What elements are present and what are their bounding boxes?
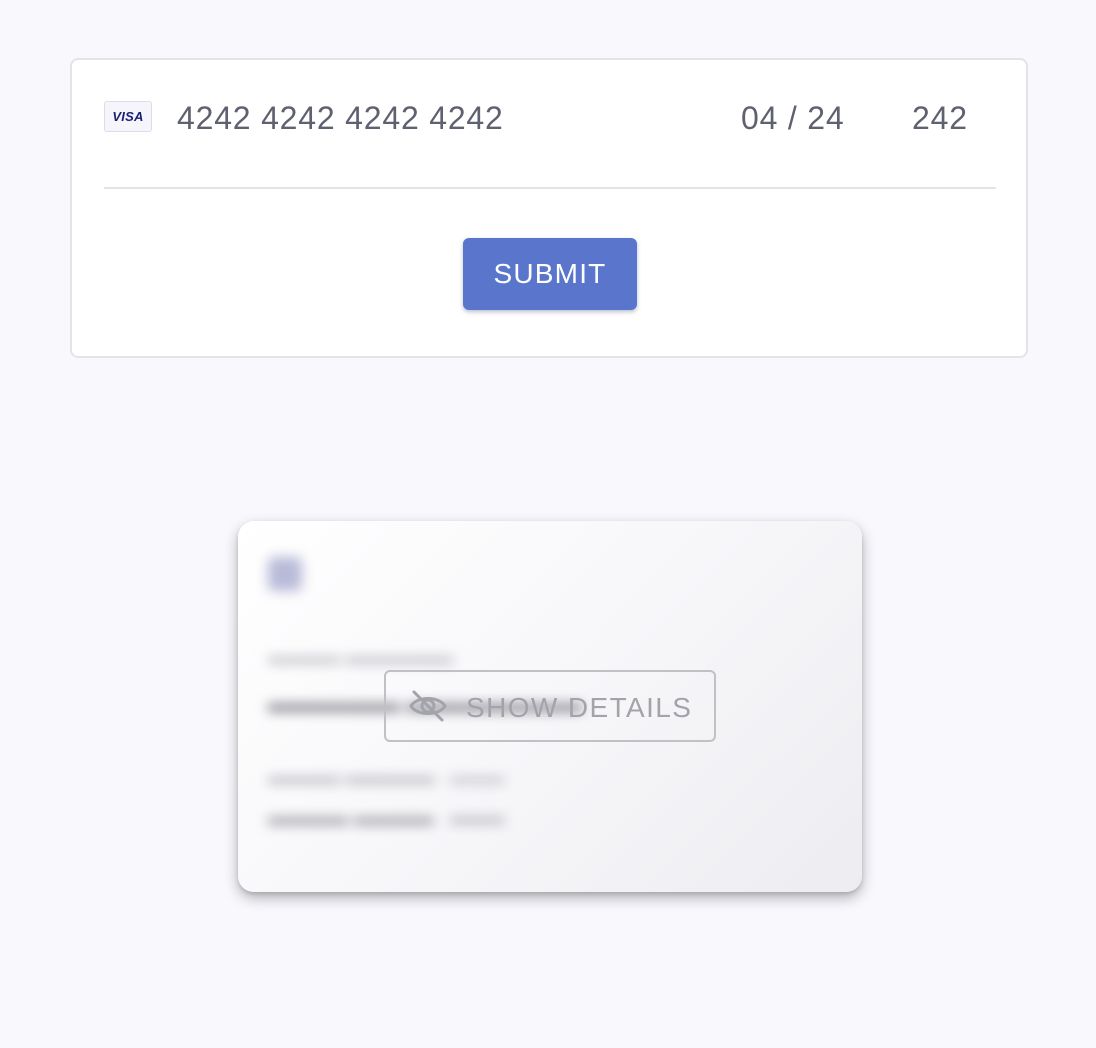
card-brand-label: VISA bbox=[112, 109, 144, 124]
card-input-underline bbox=[104, 187, 996, 189]
card-cvc-field[interactable]: 242 bbox=[912, 100, 968, 136]
visa-card-icon: VISA bbox=[104, 101, 152, 132]
blurred-card-number: ▬▬▬▬ ▬▬▬▬ bbox=[268, 807, 434, 829]
card-input-row[interactable]: VISA 4242 4242 4242 4242 04 / 24 242 bbox=[104, 100, 996, 140]
card-number-field[interactable]: 4242 4242 4242 4242 bbox=[177, 100, 504, 136]
blurred-label: ▬▬▬▬ ▬▬▬▬▬ bbox=[268, 767, 436, 787]
submit-button[interactable]: SUBMIT bbox=[463, 238, 637, 310]
show-details-label: SHOW DETAILS bbox=[466, 692, 693, 723]
blurred-cvc: ▬▬▬ bbox=[450, 807, 504, 827]
blurred-label: ▬▬▬▬ ▬▬▬▬▬▬ bbox=[268, 647, 454, 667]
eye-off-icon bbox=[409, 690, 447, 722]
card-expiry-field[interactable]: 04 / 24 bbox=[741, 100, 844, 136]
payment-form-card: VISA 4242 4242 4242 4242 04 / 24 242 SUB… bbox=[70, 58, 1028, 358]
show-details-button[interactable]: SHOW DETAILS bbox=[384, 670, 716, 742]
blurred-label: ▬▬▬ bbox=[450, 767, 504, 787]
card-chip-icon bbox=[268, 557, 302, 591]
